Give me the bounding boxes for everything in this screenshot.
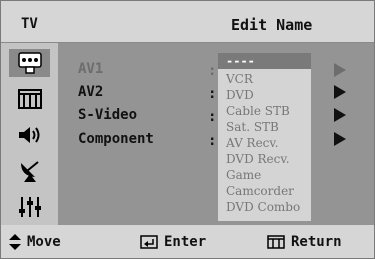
sidebar-item-input[interactable] xyxy=(9,49,50,77)
sidebar-item-setup[interactable] xyxy=(9,193,50,221)
dropdown-option[interactable]: DVD Combo xyxy=(218,199,311,215)
dropdown-option[interactable]: VCR xyxy=(218,71,311,87)
dropdown-option[interactable]: Sat. STB xyxy=(218,119,311,135)
footer-bar: Move Enter Return xyxy=(1,225,374,258)
picture-icon xyxy=(17,89,42,109)
row-colon-av1: : xyxy=(208,63,217,79)
move-hint: Move xyxy=(9,234,61,250)
sidebar-item-sound[interactable] xyxy=(9,121,50,149)
row-colon-component: : xyxy=(208,133,217,149)
row-arrow-component-icon[interactable] xyxy=(334,132,346,146)
name-dropdown-list[interactable]: ---- VCR DVD Cable STB Sat. STB AV Recv.… xyxy=(218,53,311,221)
return-hint: Return xyxy=(267,234,342,250)
row-arrow-av2-icon[interactable] xyxy=(334,85,346,99)
channel-icon xyxy=(20,161,39,182)
row-label-component[interactable]: Component xyxy=(78,131,154,147)
row-label-av2[interactable]: AV2 xyxy=(78,84,103,100)
setup-icon xyxy=(18,197,41,217)
up-down-arrow-icon xyxy=(9,234,21,250)
source-label: TV xyxy=(21,16,38,32)
sidebar-item-picture[interactable] xyxy=(9,85,50,113)
return-label: Return xyxy=(291,234,342,250)
row-colon-s-video: : xyxy=(208,109,217,125)
sidebar xyxy=(1,43,58,225)
enter-hint: Enter xyxy=(140,234,206,250)
return-menu-icon xyxy=(267,235,285,249)
input-icon xyxy=(17,52,42,74)
page-title: Edit Name xyxy=(231,16,313,34)
row-label-s-video[interactable]: S-Video xyxy=(78,107,137,123)
tv-osd-window: TV Edit Name AV1: AV2: S-Video: Compo… xyxy=(0,0,375,259)
sound-icon xyxy=(18,127,39,143)
move-label: Move xyxy=(27,234,61,250)
dropdown-option-selected[interactable]: ---- xyxy=(218,53,311,69)
dropdown-option[interactable]: DVD xyxy=(218,87,311,103)
dropdown-option[interactable]: Camcorder xyxy=(218,183,311,199)
dropdown-option[interactable]: Game xyxy=(218,167,311,183)
main-panel: AV1 : AV2 : S-Video : Component : ---- V… xyxy=(58,43,374,225)
row-arrow-s-video-icon[interactable] xyxy=(334,108,346,122)
row-arrow-av1-icon xyxy=(334,63,346,77)
row-label-av1: AV1 xyxy=(78,61,104,77)
header-bar: TV Edit Name xyxy=(1,1,374,43)
enter-label: Enter xyxy=(164,234,207,250)
enter-icon xyxy=(140,235,158,249)
dropdown-option[interactable]: AV Recv. xyxy=(218,135,311,151)
row-colon-av2: : xyxy=(208,86,217,102)
dropdown-option[interactable]: DVD Recv. xyxy=(218,151,311,167)
sidebar-item-channel[interactable] xyxy=(9,157,50,185)
dropdown-option[interactable]: Cable STB xyxy=(218,103,311,119)
